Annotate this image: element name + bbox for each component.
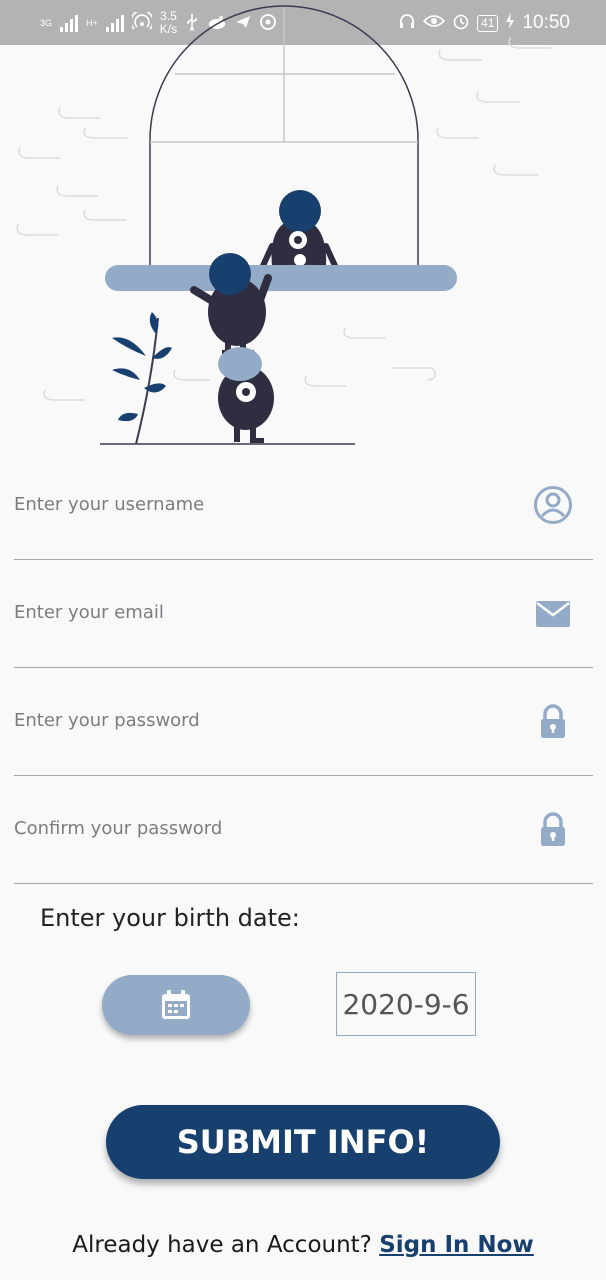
birth-date-display: 2020-9-6: [336, 972, 476, 1036]
password-input[interactable]: [14, 695, 504, 745]
email-input[interactable]: [14, 587, 504, 637]
lock-icon: [541, 704, 565, 738]
username-input[interactable]: [14, 479, 504, 529]
window-sill: [105, 265, 457, 291]
password-field-row: [14, 667, 593, 776]
monster-top: [259, 190, 339, 271]
signin-link[interactable]: Sign In Now: [379, 1232, 534, 1258]
monster-bottom: [218, 347, 274, 443]
confirm-password-input[interactable]: [14, 803, 504, 853]
date-picker-button[interactable]: [102, 975, 250, 1035]
lock-icon: [541, 812, 565, 846]
email-field-row: [14, 559, 593, 668]
header-illustration: [16, 5, 551, 445]
confirm-password-field-row: [14, 775, 593, 884]
signin-prompt-text: Already have an Account?: [72, 1232, 372, 1258]
plant-decoration: [112, 312, 172, 445]
username-field-row: [14, 451, 593, 560]
envelope-icon: [536, 601, 570, 627]
calendar-icon: [162, 990, 190, 1019]
submit-button[interactable]: SUBMIT INFO!: [106, 1105, 500, 1179]
birth-date-label: Enter your birth date:: [40, 904, 300, 932]
signin-prompt-row: Already have an Account? Sign In Now: [0, 1232, 606, 1258]
person-circle-icon: [534, 486, 572, 524]
